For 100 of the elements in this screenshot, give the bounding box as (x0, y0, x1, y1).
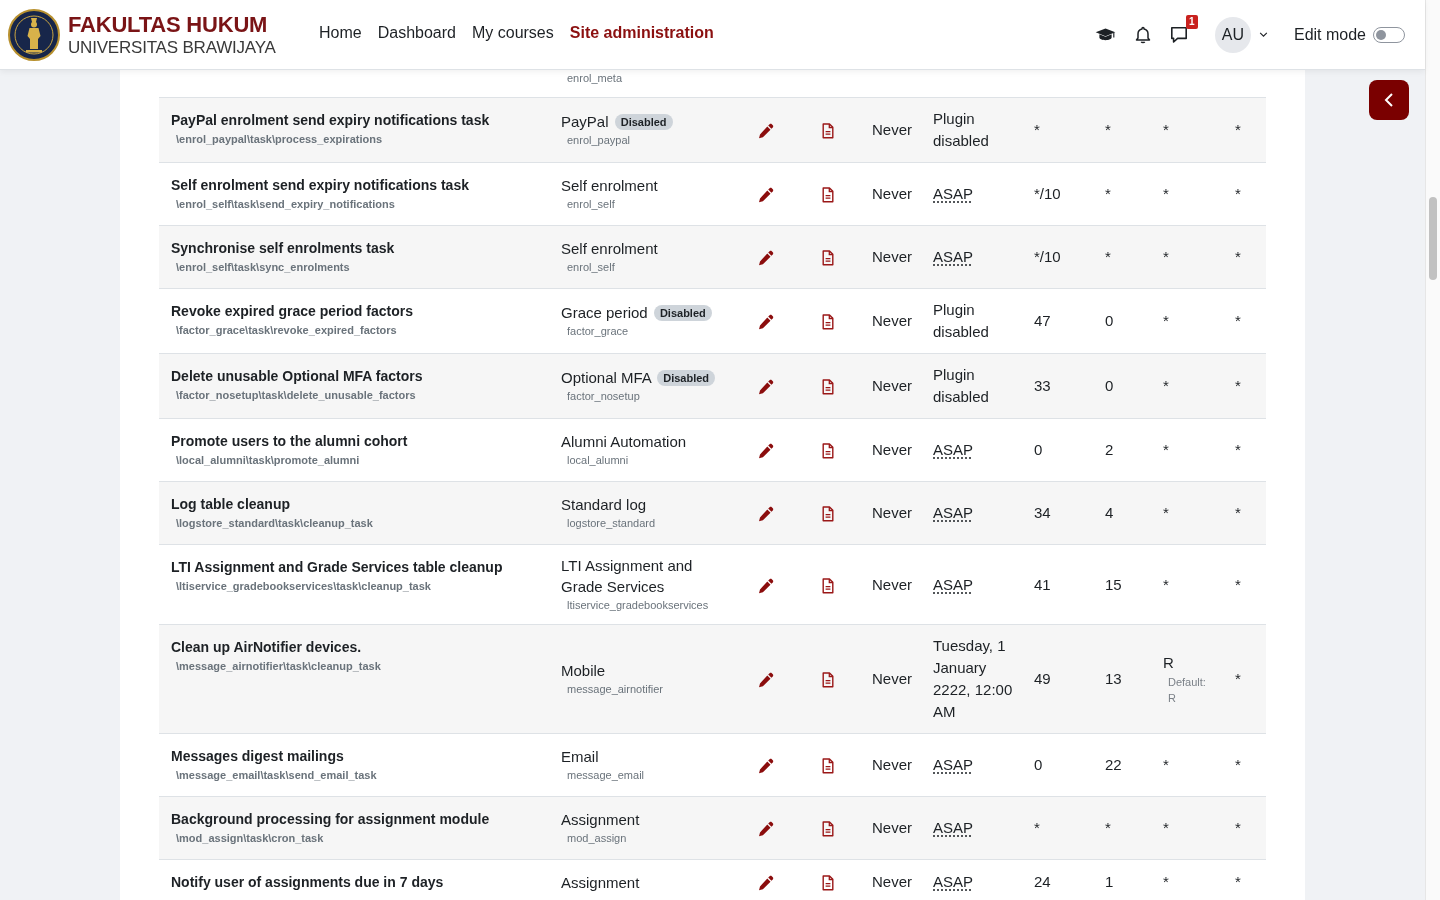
run-time-text: ASAP (933, 504, 974, 521)
run-time-text: ASAP (933, 819, 974, 836)
schedule-value: * (1235, 248, 1241, 265)
run-time-text: Never (872, 185, 912, 202)
document-icon[interactable] (822, 821, 834, 838)
schedule-value: * (1163, 184, 1170, 204)
nav-link[interactable]: Home (311, 14, 370, 51)
count-badge: 1 (1185, 14, 1198, 29)
pencil-icon[interactable] (758, 250, 774, 267)
schedule-value: * (1163, 440, 1170, 460)
task-name: Clean up AirNotifier devices. (171, 638, 363, 657)
run-time-text: Never (872, 575, 912, 593)
document-icon[interactable] (822, 379, 834, 396)
schedule-value: 13 (1105, 670, 1122, 687)
component-name: Self enrolment (561, 177, 658, 194)
pencil-icon[interactable] (758, 123, 774, 140)
run-time-text: ASAP (933, 185, 974, 202)
nav-link[interactable]: My courses (463, 14, 562, 51)
edit-mode-switch[interactable] (1373, 26, 1405, 43)
document-icon[interactable] (822, 314, 834, 331)
schedule-value: * (1235, 575, 1241, 593)
schedule-value: * (1105, 121, 1111, 138)
pencil-icon[interactable] (758, 821, 774, 838)
schedule-value: * (1105, 185, 1111, 202)
schedule-value: */10 (1034, 185, 1061, 202)
component-name: Self enrolment (561, 240, 658, 257)
pencil-icon[interactable] (758, 758, 774, 775)
schedule-value: * (1235, 819, 1241, 836)
component-name: LTI Assignment and Grade Services (561, 557, 693, 595)
document-icon[interactable] (822, 123, 834, 140)
run-time-text: Plugin disabled (933, 301, 989, 340)
document-icon[interactable] (822, 758, 834, 775)
user-avatar[interactable]: AU (1214, 16, 1251, 53)
schedule-value: 0 (1105, 377, 1114, 394)
schedule-value: 33 (1034, 377, 1051, 394)
schedule-value: */10 (1034, 248, 1061, 265)
schedule-value: 4 (1105, 504, 1114, 521)
speech-bubble-icon[interactable] (1169, 25, 1188, 44)
component-code: enrol_meta (566, 71, 624, 86)
pencil-icon[interactable] (758, 379, 774, 396)
schedule-value: * (1163, 755, 1170, 775)
task-name: PayPal enrolment send expiry notifications task (171, 111, 491, 130)
task-name: Synchronise self enrolments task (171, 239, 396, 258)
document-icon[interactable] (822, 187, 834, 204)
class-path: \message_email\task\send_email_task (175, 768, 378, 783)
graduation-cap-icon[interactable] (1094, 27, 1116, 42)
pencil-icon[interactable] (758, 506, 774, 523)
schedule-value: 0 (1034, 441, 1043, 458)
run-time-text: Never (872, 312, 912, 329)
class-path: \enrol_self\task\sync_enrolments (175, 260, 351, 275)
component-name: Assignment (561, 873, 640, 891)
component-name: Optional MFA (561, 369, 652, 386)
crest-logo[interactable] (8, 8, 60, 61)
component-code: ltiservice_gradebookservices (566, 598, 710, 613)
pencil-icon[interactable] (758, 577, 774, 594)
document-icon[interactable] (822, 506, 834, 523)
run-time-text: Never (872, 441, 912, 458)
component-name: Mobile (561, 662, 606, 679)
nav-link[interactable]: Dashboard (369, 14, 464, 51)
pencil-icon[interactable] (758, 672, 774, 689)
schedule-value: 22 (1105, 756, 1122, 773)
status-badge: Disabled (657, 370, 716, 386)
run-time-text: ASAP (933, 575, 974, 593)
pencil-icon[interactable] (758, 314, 774, 331)
scrollbar[interactable] (1425, 0, 1440, 900)
component-code: logstore_standard (566, 516, 657, 531)
bell-icon[interactable] (1134, 25, 1151, 44)
run-time-text: ASAP (933, 873, 974, 890)
class-path: \enrol_paypal\task\process_expirations (175, 132, 384, 147)
scrollbar-thumb[interactable] (1429, 197, 1437, 280)
component-code: message_email (566, 768, 646, 783)
task-name: Notify user of assignments due in 7 days (171, 873, 445, 892)
pencil-icon[interactable] (758, 187, 774, 204)
brand-subtitle: UNIVERSITAS BRAWIJAYA (68, 36, 276, 58)
document-icon[interactable] (822, 875, 834, 892)
task-name: Promote users to the alumni cohort (171, 432, 409, 451)
task-name: Delete unusable Optional MFA factors (171, 367, 424, 386)
document-icon[interactable] (822, 672, 834, 689)
document-icon[interactable] (822, 443, 834, 460)
pencil-icon[interactable] (758, 875, 774, 892)
pencil-icon[interactable] (758, 443, 774, 460)
drawer-toggle-button[interactable] (1369, 80, 1409, 120)
class-path: \logstore_standard\task\cleanup_task (175, 516, 374, 531)
caret-down-icon[interactable] (1258, 32, 1268, 37)
run-time-text: ASAP (933, 441, 974, 458)
schedule-value: * (1105, 248, 1111, 265)
class-path: \enrol_self\task\send_expiry_notifications (175, 197, 396, 212)
component-name: Email (561, 748, 599, 765)
task-name: Revoke expired grace period factors (171, 302, 414, 321)
document-icon[interactable] (822, 250, 834, 267)
task-name: Self enrolment send expiry notifications task (171, 176, 470, 195)
schedule-value: * (1163, 311, 1170, 331)
component-name: Grace period (561, 304, 648, 321)
schedule-value: * (1235, 312, 1241, 329)
run-time-text: Never (872, 670, 912, 687)
schedule-value: 47 (1034, 312, 1051, 329)
nav-link[interactable]: Site administration (561, 14, 722, 51)
schedule-value: * (1163, 574, 1170, 595)
document-icon[interactable] (822, 577, 834, 594)
component-code: factor_nosetup (566, 389, 641, 404)
